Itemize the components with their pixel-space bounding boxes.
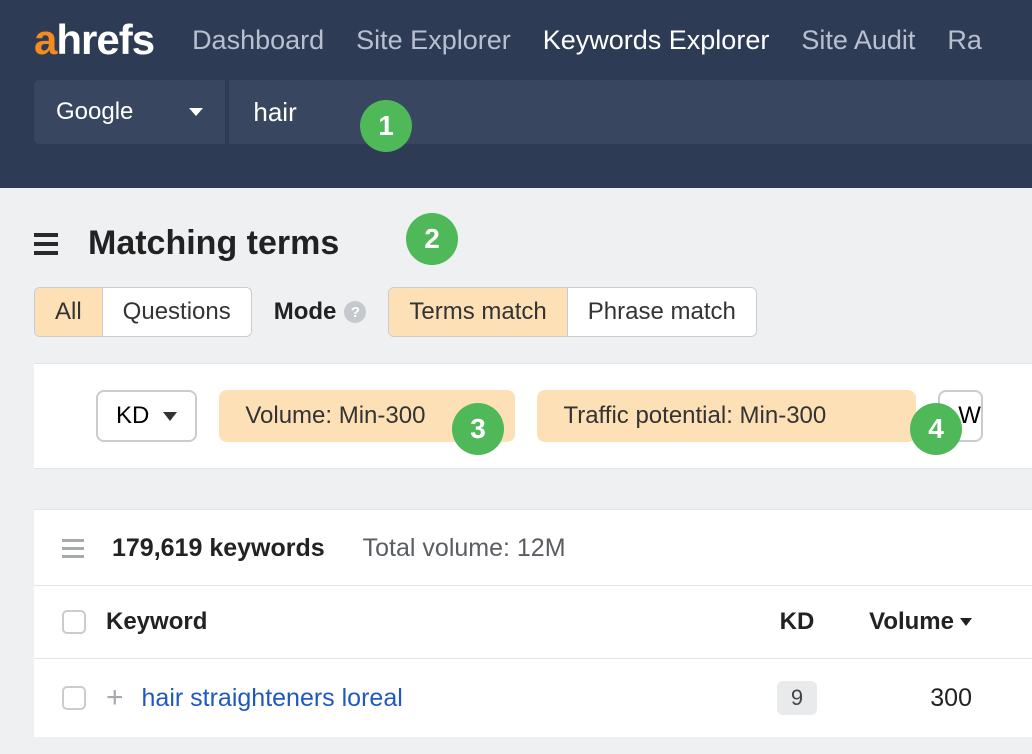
nav-rank-tracker[interactable]: Ra xyxy=(947,25,982,56)
mode-label-text: Mode xyxy=(274,298,337,326)
table-row: + hair straighteners loreal 9 300 xyxy=(34,659,1032,737)
column-volume-label: Volume xyxy=(869,608,954,636)
expand-row-icon[interactable]: + xyxy=(106,681,124,715)
annotation-badge-4: 4 xyxy=(910,403,962,455)
nav-site-audit[interactable]: Site Audit xyxy=(801,25,915,56)
chevron-down-icon xyxy=(163,412,177,421)
tab-terms-match[interactable]: Terms match xyxy=(389,288,566,336)
sidebar-toggle-icon[interactable] xyxy=(34,233,58,255)
keyword-link[interactable]: hair straighteners loreal xyxy=(142,684,752,713)
nav-keywords-explorer[interactable]: Keywords Explorer xyxy=(543,25,770,56)
ahrefs-logo[interactable]: ahrefs xyxy=(34,16,154,64)
select-all-checkbox[interactable] xyxy=(62,610,86,634)
annotation-badge-1: 1 xyxy=(360,100,412,152)
mode-tab-group: Terms match Phrase match xyxy=(388,287,756,337)
column-volume[interactable]: Volume xyxy=(842,608,972,636)
results-total-volume: Total volume: 12M xyxy=(363,534,566,563)
search-query-value: hair xyxy=(253,97,296,128)
table-header: Keyword KD Volume xyxy=(34,586,1032,659)
results-menu-icon[interactable] xyxy=(62,539,84,558)
tab-phrase-match[interactable]: Phrase match xyxy=(567,288,756,336)
chevron-down-icon xyxy=(189,108,203,116)
help-icon[interactable]: ? xyxy=(344,301,366,323)
row-checkbox[interactable] xyxy=(62,686,86,710)
nav-dashboard[interactable]: Dashboard xyxy=(192,25,324,56)
filter-tab-group: All Questions xyxy=(34,287,252,337)
kd-badge: 9 xyxy=(777,681,817,715)
logo-letter-a: a xyxy=(34,16,56,63)
kd-filter-label: KD xyxy=(116,402,149,430)
annotation-badge-2: 2 xyxy=(406,213,458,265)
logo-rest: hrefs xyxy=(56,16,154,63)
mode-label: Mode ? xyxy=(274,298,367,326)
nav-site-explorer[interactable]: Site Explorer xyxy=(356,25,511,56)
search-engine-value: Google xyxy=(56,98,133,126)
page-title: Matching terms xyxy=(88,224,339,263)
annotation-badge-3: 3 xyxy=(452,403,504,455)
row-kd-cell: 9 xyxy=(752,681,842,715)
column-keyword[interactable]: Keyword xyxy=(106,608,752,636)
filter-chip-traffic-potential[interactable]: Traffic potential: Min-300 xyxy=(537,390,916,442)
tab-all[interactable]: All xyxy=(35,288,102,336)
row-volume-cell: 300 xyxy=(842,684,972,713)
results-count: 179,619 keywords xyxy=(112,534,325,563)
search-engine-select[interactable]: Google xyxy=(34,80,225,144)
kd-filter-button[interactable]: KD xyxy=(96,390,197,442)
tab-questions[interactable]: Questions xyxy=(102,288,251,336)
filter-bar: KD Volume: Min-300 Traffic potential: Mi… xyxy=(34,363,1032,469)
keyword-search-input[interactable]: hair xyxy=(229,80,1032,144)
results-panel: 179,619 keywords Total volume: 12M Keywo… xyxy=(34,509,1032,737)
column-kd[interactable]: KD xyxy=(752,608,842,636)
sort-desc-icon xyxy=(960,618,972,626)
